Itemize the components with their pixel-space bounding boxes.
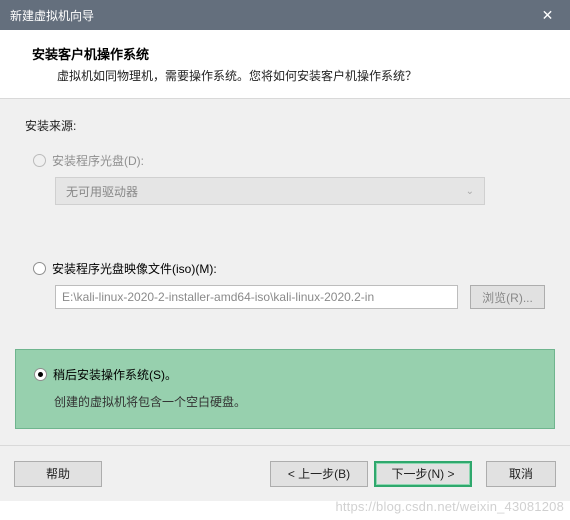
iso-path-input: E:\kali-linux-2020-2-installer-amd64-iso… [55,285,458,309]
wizard-footer: 帮助 < 上一步(B) 下一步(N) > 取消 [0,445,570,501]
titlebar: 新建虚拟机向导 ✕ [0,0,570,30]
option-install-later-highlight: 稍后安装操作系统(S)。 创建的虚拟机将包含一个空白硬盘。 [15,349,555,429]
back-button[interactable]: < 上一步(B) [270,461,368,487]
window-title: 新建虚拟机向导 [10,7,94,24]
option-install-later-label: 稍后安装操作系统(S)。 [53,366,177,383]
drive-select: 无可用驱动器 ⌄ [55,177,485,205]
option-iso-file[interactable]: 安装程序光盘映像文件(iso)(M): [33,260,545,277]
option-installer-disc: 安装程序光盘(D): [33,152,545,169]
page-subtitle: 虚拟机如同物理机，需要操作系统。您将如何安装客户机操作系统？ [22,67,548,84]
page-title: 安装客户机操作系统 [22,44,548,63]
help-button[interactable]: 帮助 [14,461,102,487]
radio-install-later[interactable] [34,368,47,381]
drive-select-text: 无可用驱动器 [66,183,138,200]
install-later-hint: 创建的虚拟机将包含一个空白硬盘。 [54,393,536,410]
next-button[interactable]: 下一步(N) > [374,461,472,487]
option-iso-file-label: 安装程序光盘映像文件(iso)(M): [52,260,217,277]
cancel-button[interactable]: 取消 [486,461,556,487]
browse-button: 浏览(R)... [470,285,545,309]
radio-installer-disc [33,154,46,167]
chevron-down-icon: ⌄ [466,186,474,197]
watermark: https://blog.csdn.net/weixin_43081208 [335,499,564,514]
install-source-label: 安装来源: [25,117,545,134]
option-install-later[interactable]: 稍后安装操作系统(S)。 [34,366,536,383]
wizard-body: 安装来源: 安装程序光盘(D): 无可用驱动器 ⌄ 安装程序光盘映像文件(iso… [0,99,570,501]
option-installer-disc-label: 安装程序光盘(D): [52,152,144,169]
radio-iso-file[interactable] [33,262,46,275]
close-icon[interactable]: ✕ [525,0,570,30]
wizard-header: 安装客户机操作系统 虚拟机如同物理机，需要操作系统。您将如何安装客户机操作系统？ [0,30,570,99]
